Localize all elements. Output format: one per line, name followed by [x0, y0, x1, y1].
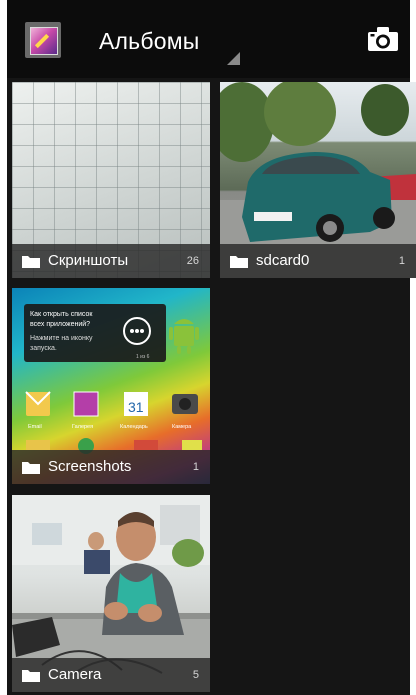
album-caption: Camera 5: [12, 658, 210, 692]
album-tile-camera[interactable]: Camera 5: [12, 495, 210, 692]
tooltip-text: Как открыть список: [30, 311, 93, 318]
gallery-icon[interactable]: [25, 22, 61, 58]
album-view-spinner-label[interactable]: Альбомы: [99, 28, 199, 55]
app-label: Email: [28, 424, 42, 430]
album-count: 1: [192, 461, 199, 473]
app-label: Галерея: [72, 424, 93, 430]
album-name: Screenshots: [48, 458, 132, 475]
folder-icon: [22, 462, 40, 474]
album-caption: Screenshots 1: [12, 450, 210, 484]
folder-icon: [22, 256, 40, 268]
album-tile-screenshots[interactable]: Как открыть список всех приложений? Нажм…: [12, 288, 210, 484]
calendar-day: 31: [128, 399, 144, 415]
album-count: 5: [192, 669, 199, 681]
tooltip-page: 1 из 6: [136, 354, 150, 360]
camera-icon[interactable]: [367, 26, 399, 52]
folder-icon: [22, 670, 40, 682]
tooltip-text: Нажмите на иконку: [30, 335, 93, 342]
album-caption: Скриншоты 26: [12, 244, 210, 278]
tooltip-text: всех приложений?: [30, 320, 90, 328]
album-name: Скриншоты: [48, 252, 129, 269]
album-tile-sdcard0[interactable]: sdcard0 1: [220, 82, 416, 278]
tooltip-text: запуска.: [30, 345, 57, 352]
app-label: Камера: [172, 424, 192, 430]
album-name: Camera: [48, 666, 102, 683]
action-bar: Альбомы: [7, 0, 410, 78]
album-tile-skrinshoty[interactable]: Скриншоты 26: [12, 82, 210, 278]
album-name: sdcard0: [256, 252, 310, 269]
spinner-indicator-icon[interactable]: [227, 52, 240, 65]
album-caption: sdcard0 1: [220, 244, 416, 278]
app-label: Календарь: [120, 424, 148, 430]
folder-icon: [230, 256, 248, 268]
album-count: 26: [186, 255, 199, 267]
album-count: 1: [398, 255, 405, 267]
